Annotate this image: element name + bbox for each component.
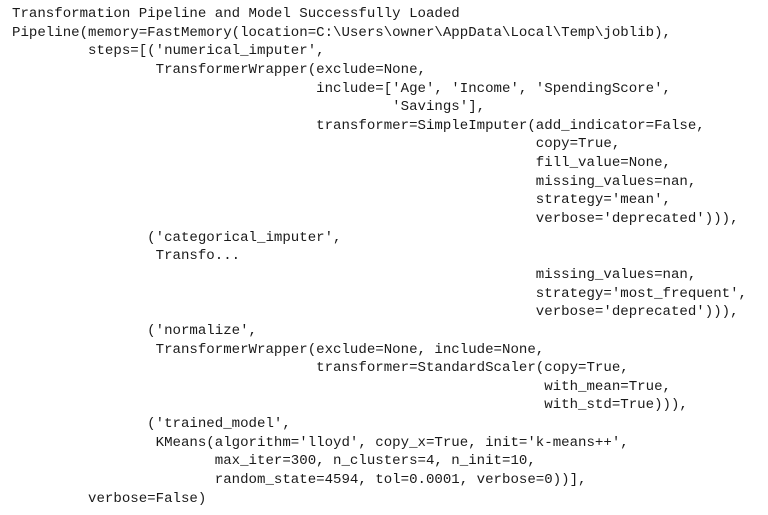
pipeline-repr-line: missing_values=nan, [12,266,697,283]
pipeline-repr-line: include=['Age', 'Income', 'SpendingScore… [12,80,671,97]
pipeline-repr-line: TransformerWrapper(exclude=None, include… [12,341,545,358]
pipeline-repr-line: random_state=4594, tol=0.0001, verbose=0… [12,472,587,489]
pipeline-repr-line: ('normalize', [12,322,257,339]
pipeline-repr-line: copy=True, [12,136,621,153]
pipeline-repr-line: verbose=False) [12,490,207,507]
pipeline-repr-line: fill_value=None, [12,155,671,172]
pipeline-repr-line: ('categorical_imputer', [12,229,342,246]
pipeline-repr-line: steps=[('numerical_imputer', [12,43,325,60]
pipeline-repr-line: Transfo... [12,248,241,265]
pipeline-repr-line: missing_values=nan, [12,173,697,190]
pipeline-repr-line: 'Savings'], [12,99,486,116]
pipeline-repr-line: verbose='deprecated'))), [12,304,739,321]
pipeline-repr-line: transformer=StandardScaler(copy=True, [12,360,629,377]
pipeline-repr-line: max_iter=300, n_clusters=4, n_init=10, [12,453,536,470]
pipeline-repr-line: Pipeline(memory=FastMemory(location=C:\U… [12,24,671,41]
pipeline-repr-line: transformer=SimpleImputer(add_indicator=… [12,117,705,134]
pipeline-repr-line: with_mean=True, [12,378,671,395]
pipeline-repr-line: strategy='most_frequent', [12,285,747,302]
pipeline-repr-line: KMeans(algorithm='lloyd', copy_x=True, i… [12,434,629,451]
status-message: Transformation Pipeline and Model Succes… [12,6,460,22]
pipeline-repr-line: strategy='mean', [12,192,671,209]
pipeline-repr-line: ('trained_model', [12,416,291,433]
cell-output: Transformation Pipeline and Model Succes… [12,5,747,508]
pipeline-repr-line: verbose='deprecated'))), [12,211,739,228]
pipeline-repr-line: with_std=True))), [12,397,688,414]
pipeline-repr-line: TransformerWrapper(exclude=None, [12,61,426,78]
